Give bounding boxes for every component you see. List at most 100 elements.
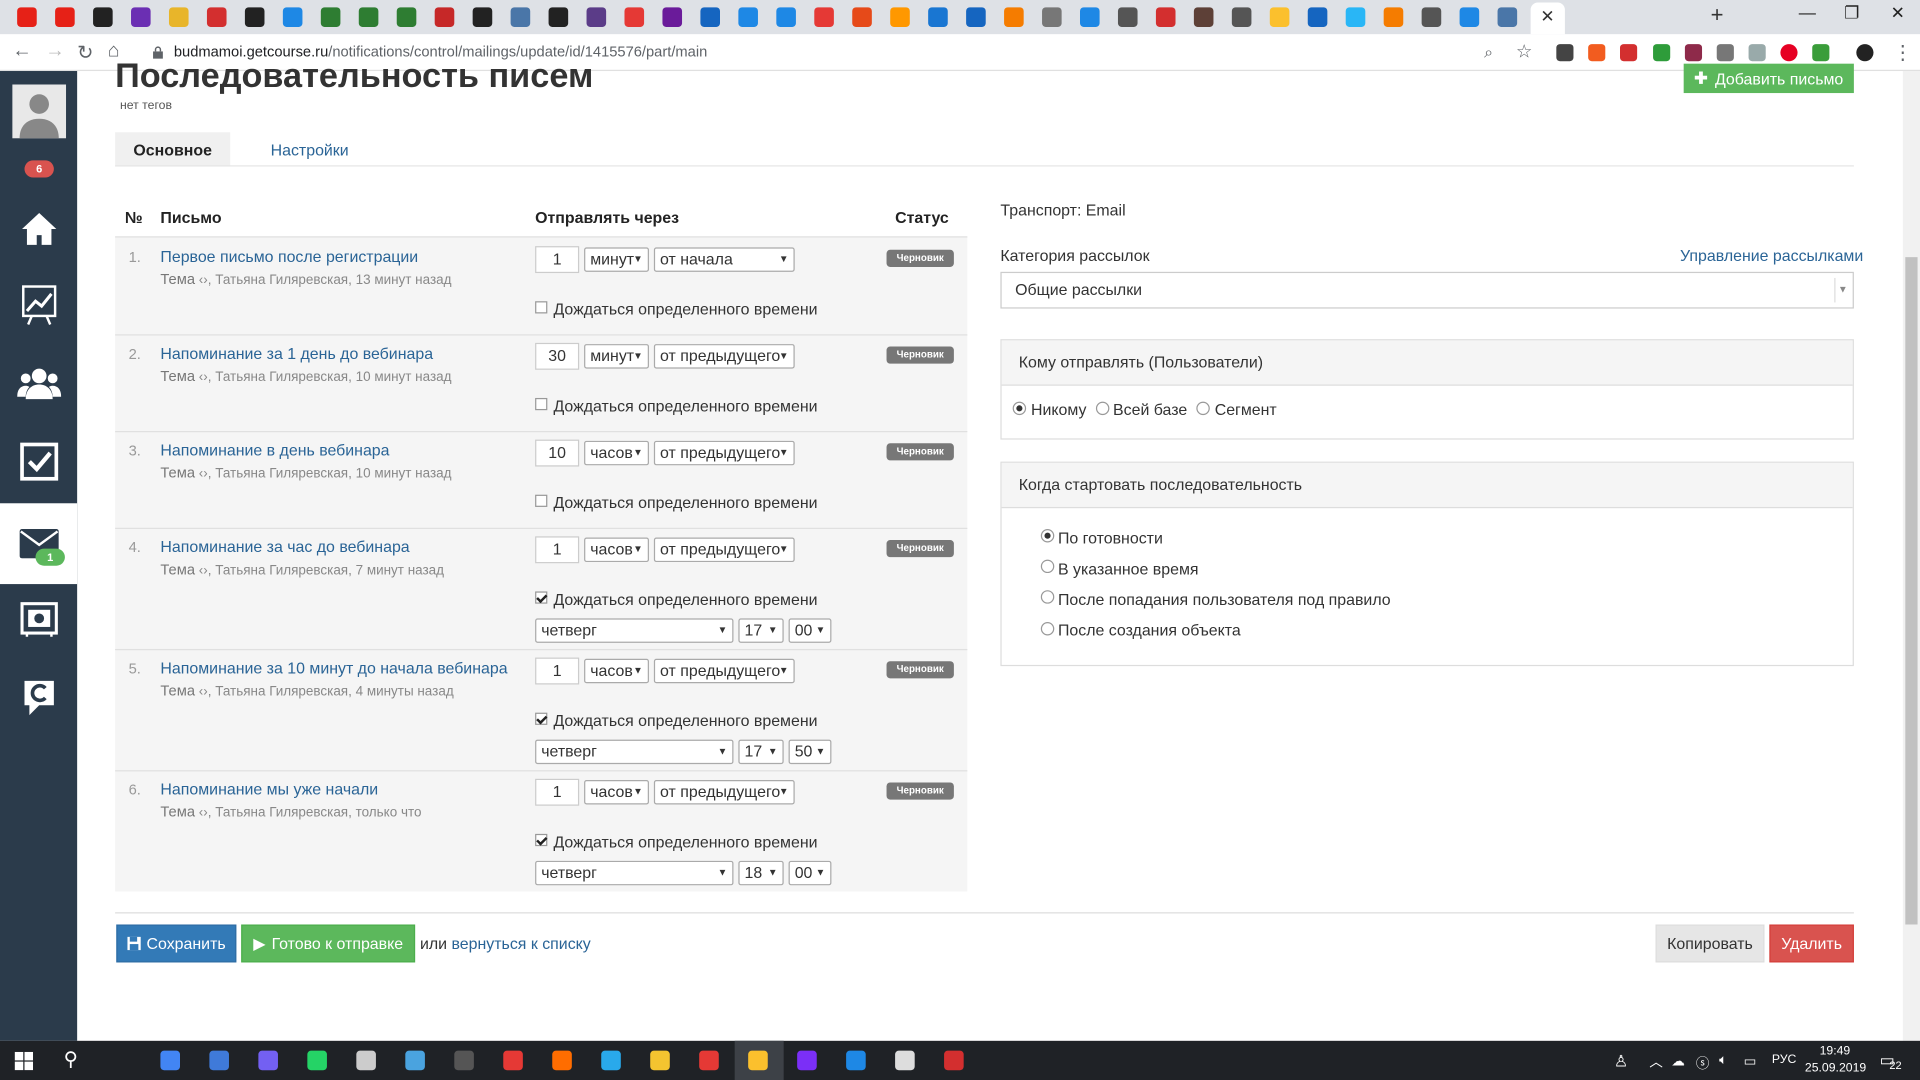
browser-tab-favicon[interactable] [320,7,341,27]
recipient-radio-all[interactable] [1095,401,1110,416]
recipient-radio-segment[interactable] [1196,401,1210,416]
sidebar-item-home[interactable] [0,191,77,267]
network-icon[interactable]: ▭ [1744,1053,1757,1069]
extension-icon[interactable] [1684,44,1703,62]
browser-tab-favicon[interactable] [852,7,872,27]
sidebar-item-profile[interactable] [0,71,77,152]
browser-tab-favicon[interactable] [1345,7,1366,27]
browser-tab-favicon[interactable] [738,7,758,27]
cloud-icon[interactable]: ☁ [1671,1053,1684,1069]
letter-title-link[interactable]: Напоминание мы уже начали [160,780,378,798]
browser-tab-favicon[interactable] [1307,7,1328,27]
browser-tab-favicon[interactable] [168,7,189,27]
delay-unit-select[interactable]: часов ▼ [584,537,649,563]
wait-time-checkbox[interactable] [535,591,548,604]
wait-time-checkbox[interactable] [535,301,548,314]
browser-tab-favicon[interactable] [131,7,151,27]
extension-icon[interactable] [1716,44,1734,62]
delay-unit-select[interactable]: часов ▼ [584,780,649,805]
taskbar-app-icon[interactable] [699,1050,719,1071]
taskbar-app-icon[interactable] [797,1050,817,1071]
taskbar-app-icon[interactable] [944,1050,964,1071]
add-letter-button[interactable]: ✚ Добавить письмо [1683,63,1854,94]
taskbar-app-icon[interactable] [601,1050,621,1071]
category-select[interactable]: Общие рассылки ▼ [1000,271,1854,309]
weekday-select[interactable]: четверг ▼ [535,739,734,765]
sidebar-item-safe[interactable] [0,580,77,656]
delay-from-select[interactable]: от предыдущего ▼ [653,344,795,369]
browser-tab-favicon[interactable] [1383,7,1404,27]
browser-tab-favicon[interactable] [1193,7,1214,27]
profile-avatar-icon[interactable] [1856,44,1874,62]
taskbar-app-icon[interactable] [356,1050,376,1071]
weekday-select[interactable]: четверг ▼ [535,860,734,886]
volume-icon[interactable]: 🔈︎ [1719,1053,1727,1069]
extension-icon[interactable] [1588,44,1606,62]
window-close-icon[interactable]: ✕ [1891,2,1905,23]
delay-amount-input[interactable]: 1 [535,536,580,564]
search-icon[interactable]: ⚲ [64,1047,78,1071]
wait-time-checkbox[interactable] [535,712,548,725]
delay-unit-select[interactable]: минут ▼ [584,344,649,369]
browser-tab-favicon[interactable] [358,7,379,27]
tab-main[interactable]: Основное [115,132,231,167]
letter-title-link[interactable]: Напоминание за 1 день до вебинара [160,344,433,362]
manage-mailings-link[interactable]: Управление рассылками [1680,246,1863,264]
extension-icon[interactable] [1620,44,1638,62]
wait-time-checkbox[interactable] [535,494,548,507]
hour-select[interactable]: 17 ▼ [738,618,784,643]
delay-from-select[interactable]: от предыдущего ▼ [653,780,795,805]
letter-title-link[interactable]: Напоминание за час до вебинара [160,538,409,556]
minimize-icon[interactable]: — [1799,2,1816,22]
sidebar-item-analytics[interactable] [0,267,77,343]
extension-icon[interactable] [1780,44,1798,62]
tray-chevron-icon[interactable]: ︿ [1649,1052,1662,1072]
taskbar-app-icon[interactable] [209,1050,229,1071]
start-radio-time[interactable] [1040,559,1055,574]
extension-icon[interactable] [1812,44,1830,62]
browser-tab-favicon[interactable] [776,7,796,27]
taskbar-app-icon[interactable] [503,1050,523,1071]
browser-tab-favicon[interactable] [1117,7,1138,27]
recipient-radio-nobody[interactable] [1012,401,1027,416]
taskbar-app-icon[interactable] [650,1050,670,1071]
browser-tab-favicon[interactable] [586,7,607,27]
delay-from-select[interactable]: от предыдущего ▼ [653,658,795,684]
taskbar-app-icon[interactable] [405,1050,425,1071]
browser-tab-favicon[interactable] [510,7,531,27]
delay-amount-input[interactable]: 10 [535,439,580,467]
browser-tab-favicon[interactable] [1497,7,1518,27]
browser-tab-favicon[interactable] [396,7,417,27]
delete-button[interactable]: Удалить [1769,924,1854,963]
back-to-list-link[interactable]: вернуться к списку [452,934,591,952]
browser-tab-favicon[interactable] [206,7,227,27]
browser-tab-favicon[interactable] [624,7,645,27]
browser-tab-favicon[interactable] [548,7,569,27]
taskbar-app-icon[interactable] [552,1050,572,1071]
taskbar-app-icon[interactable] [748,1050,768,1071]
extension-icon[interactable] [1748,44,1766,62]
delay-unit-select[interactable]: часов ▼ [584,440,649,466]
extension-icon[interactable] [1556,44,1574,62]
delay-amount-input[interactable]: 1 [535,246,580,274]
wait-time-checkbox[interactable] [535,833,548,847]
browser-tab-favicon[interactable] [1155,7,1176,27]
taskbar-app-icon[interactable] [895,1050,915,1071]
hour-select[interactable]: 18 ▼ [738,860,784,886]
clock-time[interactable]: 19:49 [1820,1044,1851,1057]
browser-tab-favicon[interactable] [17,7,37,27]
browser-tab-favicon[interactable] [890,7,910,27]
browser-tab-favicon[interactable] [700,7,721,27]
person-icon[interactable]: ♙ [1614,1052,1628,1072]
sidebar-item-getcourse[interactable] [0,659,77,735]
letter-title-link[interactable]: Напоминание в день вебинара [160,441,389,459]
delay-from-select[interactable]: от начала ▼ [653,247,795,272]
browser-tab-favicon[interactable] [662,7,683,27]
sidebar-item-mailings[interactable] [0,503,78,585]
start-radio-rule[interactable] [1040,590,1055,604]
extension-icon[interactable] [1653,44,1671,62]
delay-unit-select[interactable]: часов ▼ [584,658,649,684]
reload-icon[interactable]: ↻ [77,40,93,64]
forward-icon[interactable]: → [45,40,65,62]
browser-tab-favicon[interactable] [472,7,493,27]
